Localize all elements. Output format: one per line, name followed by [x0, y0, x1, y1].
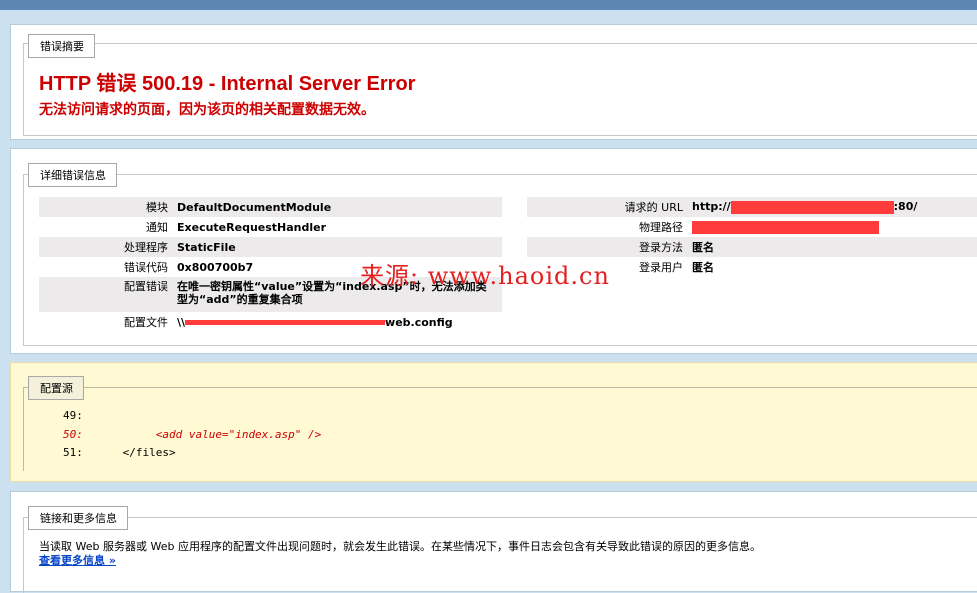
redaction-mark [730, 200, 894, 214]
detail-key: 处理程序 [39, 237, 177, 257]
detail-value: StaticFile [177, 237, 502, 257]
code-line: 49: [63, 409, 83, 422]
detail-value: DefaultDocumentModule [177, 197, 502, 217]
fieldset-border-left [23, 517, 24, 593]
more-info-legend: 链接和更多信息 [28, 506, 128, 530]
table-row: 配置文件 \\ web.config [39, 312, 502, 332]
line-code: <add value="index.asp" /> [82, 428, 322, 441]
fieldset-border-left [23, 387, 24, 471]
table-row: 请求的 URL http:// :80/ [527, 197, 977, 217]
error-title: HTTP 错误 500.19 - Internal Server Error [39, 73, 416, 95]
fieldset-border-bottom [23, 135, 977, 136]
watermark: 来源: www.haoid.cn [360, 262, 610, 290]
top-bar [0, 0, 977, 10]
line-number: 50: [63, 428, 83, 441]
detail-value: ExecuteRequestHandler [177, 220, 327, 234]
more-info-text: 当读取 Web 服务器或 Web 应用程序的配置文件出现问题时，就会发生此错误。… [39, 540, 761, 553]
error-subtitle: 无法访问请求的页面，因为该页的相关配置数据无效。 [39, 102, 375, 118]
summary-legend: 错误摘要 [28, 34, 95, 58]
fieldset-border [23, 174, 977, 175]
detail-value: http:// :80/ [692, 197, 977, 217]
error-details-panel: 详细错误信息 模块 DefaultDocumentModule 通知 Execu… [10, 148, 977, 354]
detail-value: \\ web.config [177, 312, 502, 332]
fieldset-border [23, 517, 977, 518]
detail-value [692, 217, 977, 237]
table-row: 物理路径 [527, 217, 977, 237]
detail-key: 模块 [39, 197, 177, 217]
url-suffix: :80/ [893, 200, 918, 214]
detail-key: 请求的 URL [527, 197, 692, 217]
config-source-panel: 配置源 49: 50: <add value="index.asp" /> 51… [10, 362, 977, 482]
detail-key: 通知 [146, 221, 168, 234]
detail-key: 登录方法 [527, 237, 692, 257]
detail-key: 配置错误 [39, 277, 177, 312]
redaction-mark [185, 320, 386, 325]
line-number: 51: [63, 446, 83, 459]
fieldset-border-bottom [23, 345, 977, 346]
more-info-panel: 链接和更多信息 当读取 Web 服务器或 Web 应用程序的配置文件出现问题时，… [10, 491, 977, 593]
fieldset-border [23, 43, 977, 44]
view-more-info-link[interactable]: 查看更多信息 » [39, 552, 116, 568]
config-source-legend: 配置源 [28, 376, 84, 400]
code-line: 51: </files> [63, 446, 176, 459]
detail-key: 配置文件 [124, 316, 168, 329]
error-summary-panel: 错误摘要 HTTP 错误 500.19 - Internal Server Er… [10, 24, 977, 140]
detail-value: 匿名 [692, 237, 977, 257]
details-legend: 详细错误信息 [28, 163, 117, 187]
table-row: 处理程序 StaticFile [39, 237, 502, 257]
detail-key: 物理路径 [639, 221, 683, 234]
fieldset-border-left [23, 43, 24, 135]
fieldset-border [23, 387, 977, 388]
line-number: 49: [63, 409, 83, 422]
table-row: 通知 ExecuteRequestHandler [39, 217, 502, 237]
config-file-suffix: web.config [385, 315, 453, 329]
config-file-prefix: \\ [177, 315, 186, 329]
redaction-mark [692, 220, 879, 234]
detail-key: 错误代码 [124, 261, 168, 274]
table-row: 模块 DefaultDocumentModule [39, 197, 502, 217]
detail-value: 匿名 [692, 261, 714, 274]
table-row: 登录方法 匿名 [527, 237, 977, 257]
code-line-highlighted: 50: <add value="index.asp" /> [63, 428, 321, 441]
url-prefix: http:// [692, 200, 731, 214]
fieldset-border-left [23, 174, 24, 345]
line-code: </files> [82, 446, 176, 459]
